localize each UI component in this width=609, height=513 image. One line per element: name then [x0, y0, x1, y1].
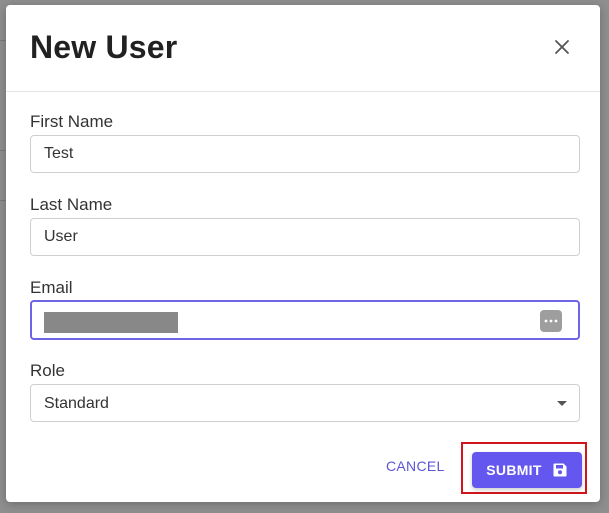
first-name-label: First Name: [30, 112, 114, 131]
role-select[interactable]: Standard: [30, 384, 580, 422]
submit-label: SUBMIT: [486, 462, 542, 478]
new-user-dialog: New User First Name Last Name Email Role…: [6, 5, 600, 502]
email-field-box: [30, 300, 580, 340]
dialog-title: New User: [30, 29, 178, 65]
last-name-field-box: [30, 218, 580, 256]
role-label: Role: [30, 361, 65, 380]
close-button[interactable]: [548, 33, 576, 61]
first-name-field-box: [30, 135, 580, 173]
first-name-input[interactable]: [44, 136, 524, 172]
last-name-label: Last Name: [30, 195, 113, 214]
more-dots-icon[interactable]: [540, 310, 562, 332]
email-label: Email: [30, 278, 73, 297]
caret-down-icon: [557, 401, 567, 406]
redacted-email-value: [44, 312, 178, 333]
email-input[interactable]: [182, 302, 502, 338]
submit-button[interactable]: SUBMIT: [472, 452, 582, 488]
cancel-button[interactable]: CANCEL: [386, 458, 445, 474]
role-selected-value: Standard: [44, 395, 109, 412]
close-icon: [555, 40, 569, 54]
save-icon: [553, 463, 567, 477]
last-name-input[interactable]: [44, 219, 524, 255]
header-divider: [6, 91, 600, 92]
